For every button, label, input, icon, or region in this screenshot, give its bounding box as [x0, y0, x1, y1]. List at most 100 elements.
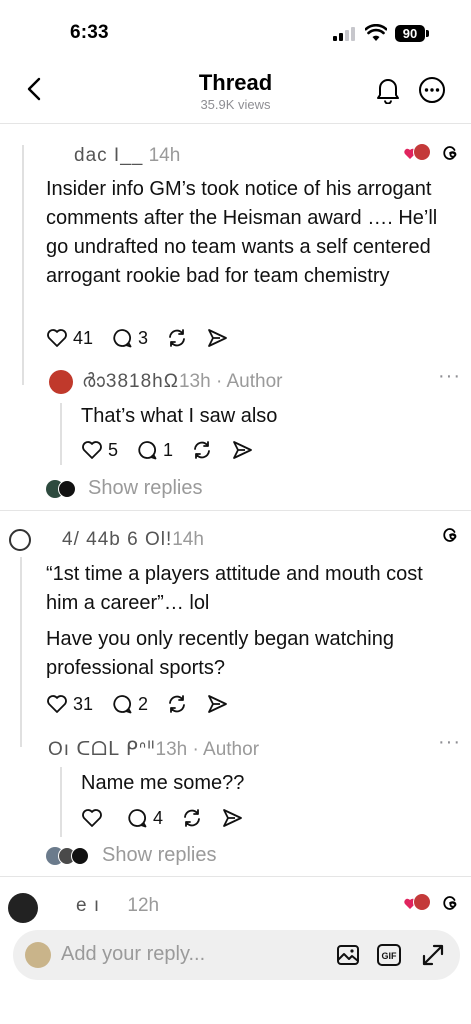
avatar[interactable]	[49, 370, 73, 394]
comment-1: dac I__ 14h Insider info GM’s took notic…	[0, 125, 471, 510]
reply-button[interactable]: 1	[136, 439, 173, 461]
like-button[interactable]: 5	[81, 440, 118, 461]
show-replies-label: Show replies	[88, 477, 203, 499]
expand-icon[interactable]	[420, 942, 446, 968]
reaction-avatars	[404, 893, 434, 913]
show-replies-link[interactable]: Show replies	[46, 477, 203, 500]
comment-text: Insider info GM’s took notice of his arr…	[46, 178, 438, 287]
avatar	[58, 479, 76, 498]
share-button[interactable]	[206, 327, 228, 349]
reply-avatars	[46, 846, 92, 865]
comment-actions: 31 2	[46, 691, 246, 717]
reply-text: That’s what I saw also	[81, 405, 278, 427]
svg-text:GIF: GIF	[382, 951, 398, 961]
repost-button[interactable]	[181, 807, 203, 829]
avatar	[71, 846, 89, 865]
username[interactable]: Oı ᑕᗝᒪ ᑭᐢᐦ	[48, 739, 156, 760]
gif-icon[interactable]: GIF	[376, 942, 402, 968]
reply-composer[interactable]: Add your reply... GIF	[13, 930, 460, 980]
thread-header: Thread 35.9K views	[0, 62, 471, 124]
timestamp: 13h	[155, 739, 188, 760]
avatar	[413, 893, 431, 911]
like-button[interactable]	[81, 808, 108, 828]
status-time: 6:33	[70, 22, 109, 43]
username[interactable]: 4/ 44b 6 Ol!	[62, 529, 172, 550]
threads-logo-icon	[443, 146, 457, 160]
timestamp: 12h	[127, 895, 160, 916]
avatar	[25, 942, 51, 968]
author-label: · Author	[192, 739, 260, 760]
show-replies-label: Show replies	[102, 844, 217, 866]
more-dots-icon[interactable]: ···	[438, 365, 461, 388]
threads-logo-icon	[443, 528, 457, 542]
username[interactable]: ർാ3818hΩ	[82, 371, 179, 392]
repost-icon	[169, 329, 185, 347]
avatar[interactable]	[9, 529, 31, 551]
avatar[interactable]	[8, 893, 38, 923]
reply-input[interactable]: Add your reply...	[61, 943, 205, 966]
comment-meta: e ı 12h	[76, 895, 159, 917]
like-count: 5	[108, 439, 119, 460]
repost-button[interactable]	[191, 439, 213, 461]
send-icon	[233, 441, 252, 459]
share-button[interactable]	[231, 439, 253, 461]
comment-actions: 41 3	[46, 325, 246, 351]
reply-button[interactable]: 3	[111, 327, 148, 349]
thread-line	[60, 767, 62, 837]
reply-meta: ർാ3818hΩ13h · Author	[82, 371, 282, 393]
repost-icon	[169, 695, 185, 713]
reply-actions: 4	[81, 805, 261, 831]
timestamp: 13h	[178, 371, 211, 392]
heart-icon	[47, 695, 67, 713]
comment-3: e ı 12h	[0, 877, 471, 927]
author-label: · Author	[215, 371, 283, 392]
reply-actions: 5 1	[81, 437, 271, 463]
image-attach-icon[interactable]	[335, 942, 361, 968]
reply-count: 3	[138, 327, 149, 348]
comment-meta: dac I__ 14h	[74, 145, 180, 167]
comment-bubble-icon	[113, 695, 132, 714]
more-options-icon[interactable]	[418, 76, 446, 104]
repost-button[interactable]	[166, 327, 188, 349]
like-button[interactable]: 31	[46, 694, 93, 715]
heart-icon	[82, 441, 102, 459]
like-button[interactable]: 41	[46, 328, 93, 349]
heart-icon	[82, 809, 102, 827]
repost-icon	[194, 441, 210, 459]
threads-logo-icon	[443, 896, 457, 910]
comment-text-2: Have you only recently began watching pr…	[46, 628, 394, 679]
reply-count: 2	[138, 693, 149, 714]
reply-count: 1	[163, 439, 174, 460]
show-replies-link[interactable]: Show replies	[46, 844, 217, 867]
like-count: 41	[73, 327, 94, 348]
reply-count: 4	[153, 807, 164, 828]
comment-text: “1st time a players attitude and mouth c…	[46, 563, 423, 614]
comment-2: 4/ 44b 6 Ol!14h “1st time a players atti…	[0, 511, 471, 876]
timestamp: 14h	[148, 145, 181, 166]
comment-meta: 4/ 44b 6 Ol!14h	[62, 529, 204, 551]
send-icon	[208, 695, 227, 713]
repost-button[interactable]	[166, 693, 188, 715]
comment-bubble-icon	[138, 441, 157, 460]
username[interactable]: dac I__	[74, 145, 143, 166]
battery-level: 90	[395, 25, 425, 42]
reply-avatars	[46, 479, 78, 498]
thread-line	[22, 145, 24, 385]
thread-line	[20, 557, 22, 747]
share-button[interactable]	[206, 693, 228, 715]
thread-line	[60, 403, 62, 465]
share-button[interactable]	[221, 807, 243, 829]
reply-button[interactable]: 4	[126, 807, 163, 829]
more-dots-icon[interactable]: ···	[438, 731, 461, 754]
send-icon	[223, 809, 242, 827]
comment-bubble-icon	[128, 809, 147, 828]
username[interactable]: e ı	[76, 895, 100, 916]
like-count: 31	[73, 693, 94, 714]
bell-icon[interactable]	[375, 76, 401, 104]
reply-button[interactable]: 2	[111, 693, 148, 715]
reply-text: Name me some??	[81, 772, 245, 794]
avatar	[413, 143, 431, 161]
cellular-signal-icon	[333, 27, 357, 41]
repost-icon	[184, 809, 200, 827]
reaction-avatars	[404, 143, 434, 163]
